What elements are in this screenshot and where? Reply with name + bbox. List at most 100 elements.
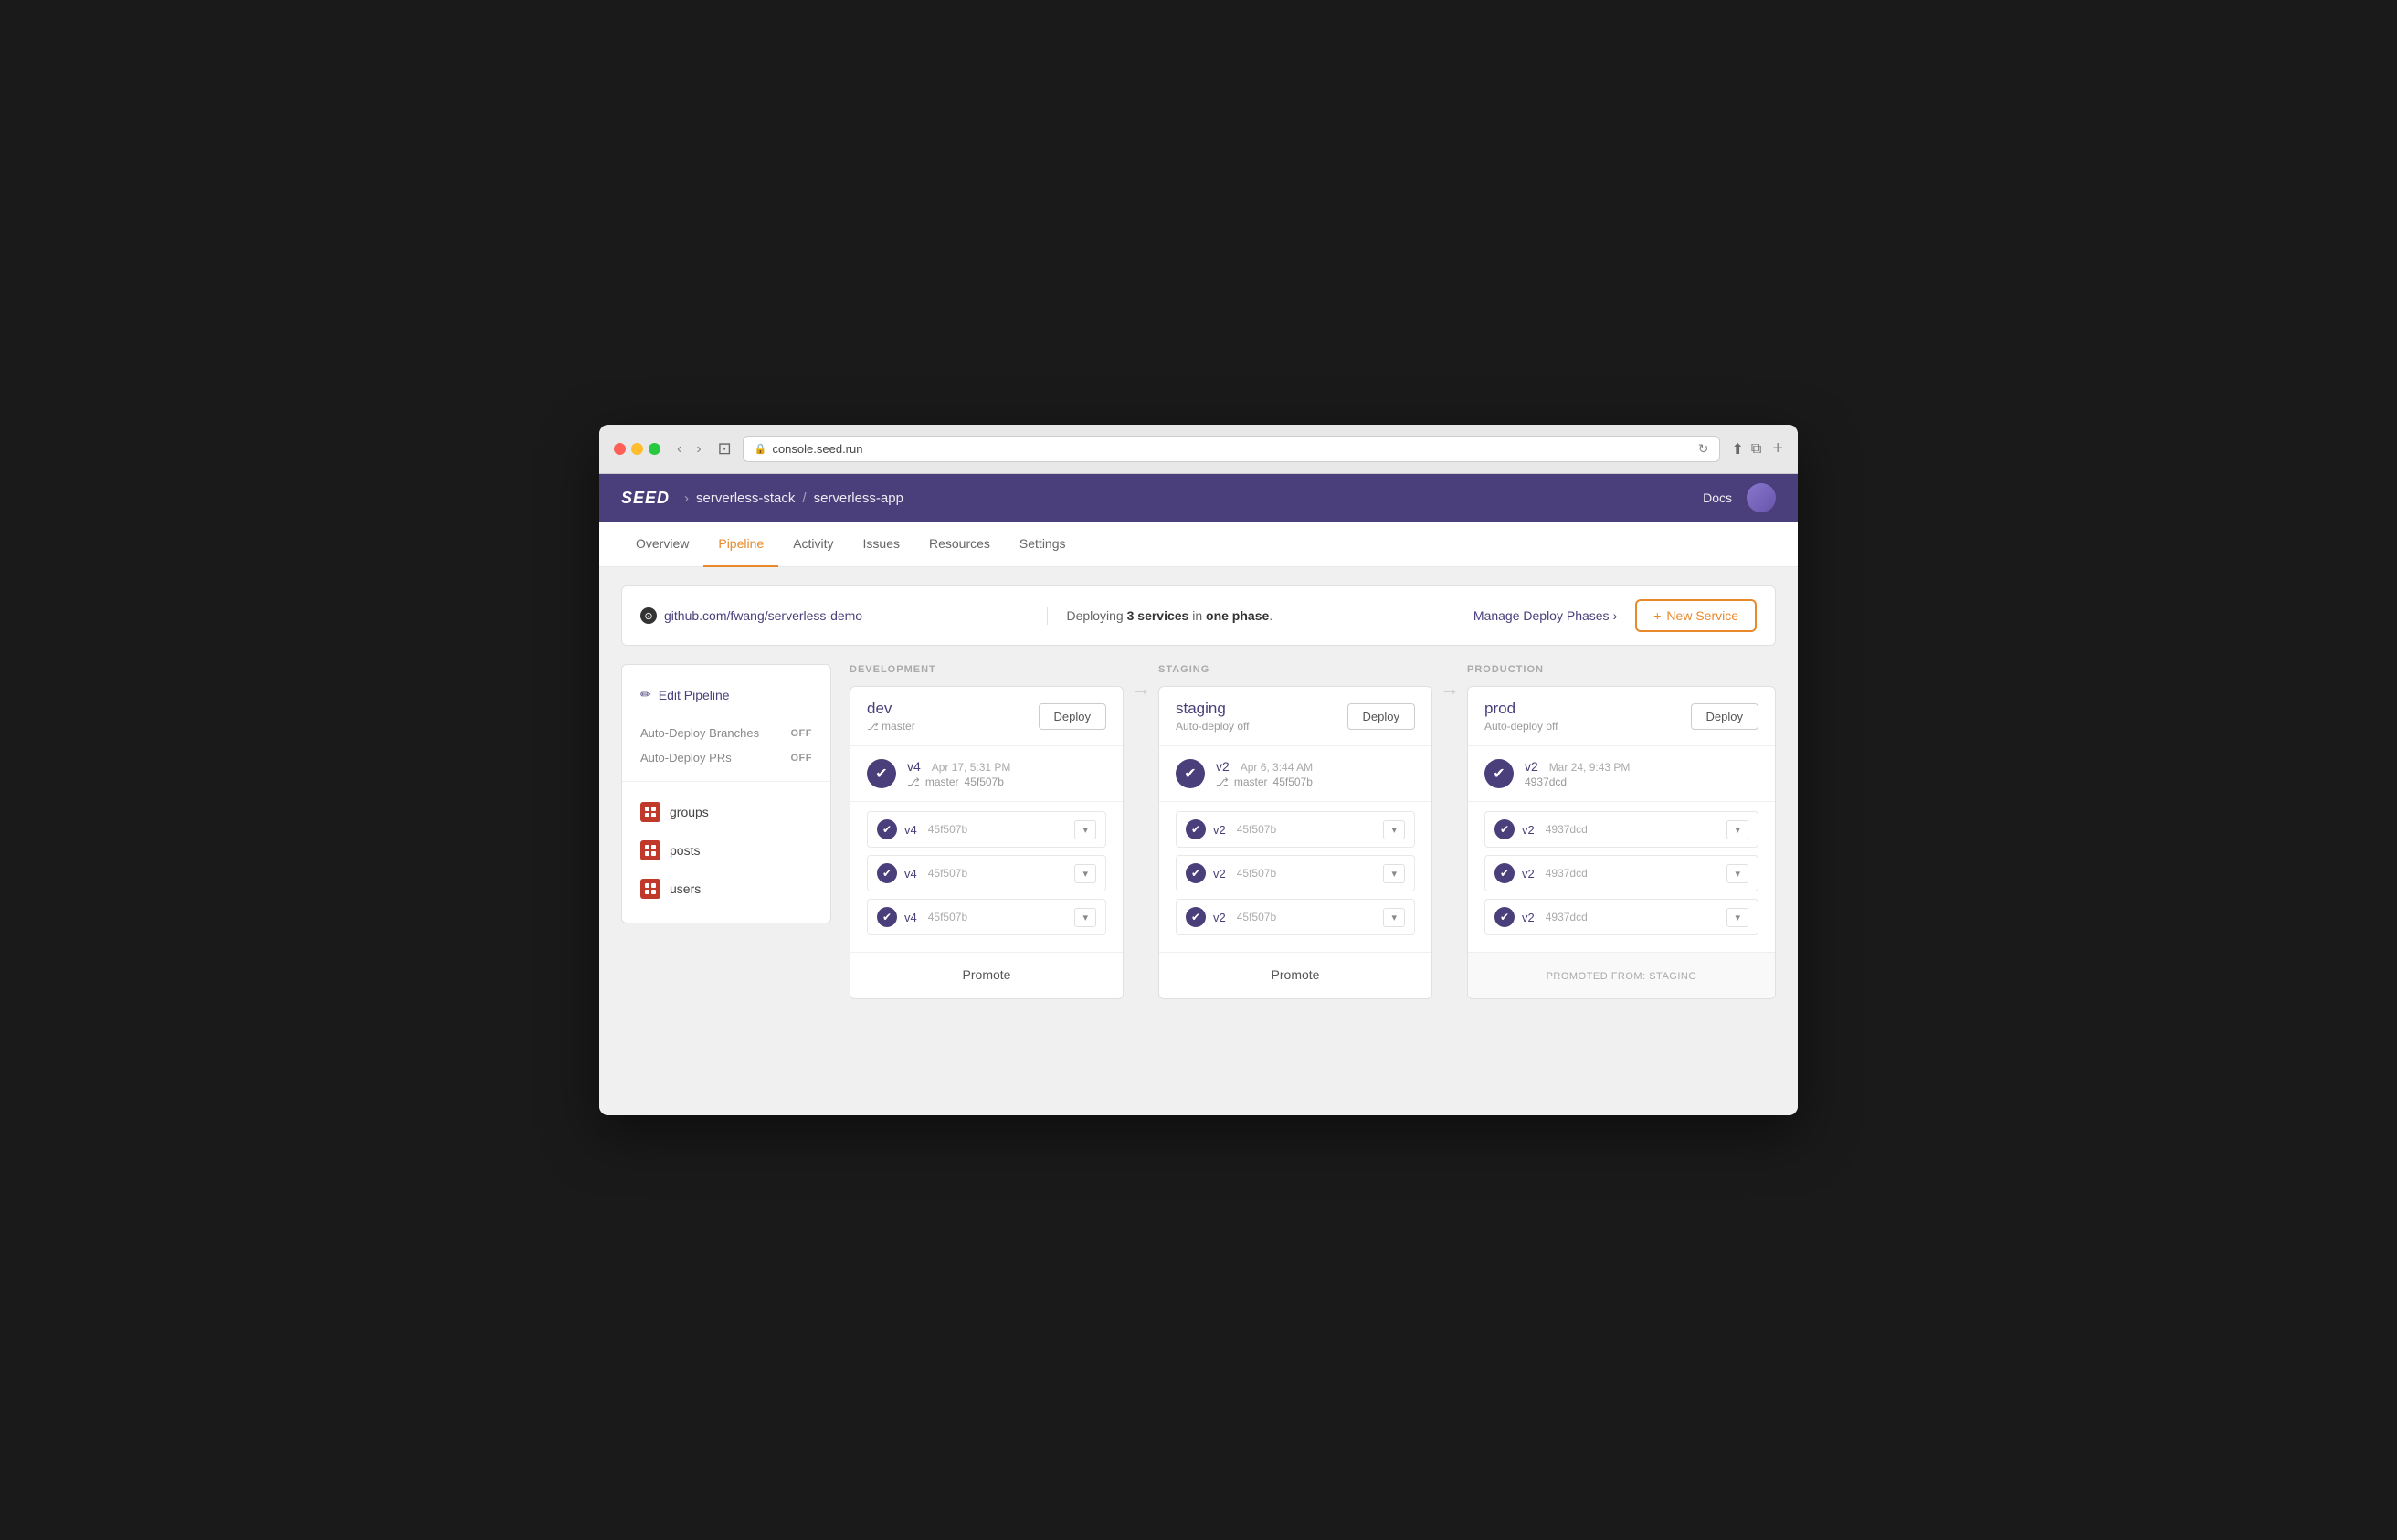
manage-phases-label: Manage Deploy Phases xyxy=(1473,608,1610,623)
deploy-mid: in xyxy=(1188,608,1206,623)
prod-service-hash-2: 4937dcd xyxy=(1546,911,1588,923)
new-service-label: New Service xyxy=(1666,608,1738,623)
prod-service-row-left-0: ✔ v2 4937dcd xyxy=(1494,819,1588,839)
stage-staging-header: STAGING xyxy=(1158,664,1432,686)
dev-service-hash-2: 45f507b xyxy=(928,911,967,923)
sidebar-toggle-button[interactable]: ⊡ xyxy=(718,439,732,459)
service-users-label: users xyxy=(670,881,701,896)
stage-staging-hash: 45f507b xyxy=(1273,775,1313,788)
address-bar[interactable]: 🔒 console.seed.run ↻ xyxy=(743,436,1721,462)
prod-check-icon-1: ✔ xyxy=(1494,863,1515,883)
check-icon-sm-0: ✔ xyxy=(877,819,897,839)
stage-development-version: v4 Apr 17, 5:31 PM xyxy=(907,759,1010,774)
stage-development-promote-button[interactable]: Promote xyxy=(963,967,1011,982)
check-icon-sm-1: ✔ xyxy=(877,863,897,883)
new-service-button[interactable]: + New Service xyxy=(1635,599,1757,632)
browser-window: ‹ › ⊡ 🔒 console.seed.run ↻ ⬆ ⧉ + SEED › … xyxy=(599,425,1798,1115)
sidebar-service-users[interactable]: users xyxy=(622,870,830,908)
stage-development-check-icon: ✔ xyxy=(867,759,896,788)
stage-production-service-row-1: ✔ v2 4937dcd ▾ xyxy=(1484,855,1758,891)
add-tab-button[interactable]: + xyxy=(1772,438,1783,459)
breadcrumb-divider: / xyxy=(802,490,806,506)
prod-service-dropdown-2[interactable]: ▾ xyxy=(1726,908,1748,927)
stage-production: PRODUCTION prod Auto-deploy off Deploy ✔ xyxy=(1467,664,1776,999)
tab-pipeline[interactable]: Pipeline xyxy=(703,522,778,567)
github-link[interactable]: ⊙ github.com/fwang/serverless-demo xyxy=(640,607,1029,624)
avatar[interactable] xyxy=(1747,483,1776,512)
edit-pipeline-button[interactable]: ✏ Edit Pipeline xyxy=(622,680,830,710)
stage-staging-promote-button[interactable]: Promote xyxy=(1272,967,1320,982)
stage-development-deploy-button[interactable]: Deploy xyxy=(1039,703,1106,730)
staging-service-dropdown-0[interactable]: ▾ xyxy=(1383,820,1405,839)
breadcrumb-org[interactable]: serverless-stack xyxy=(696,490,795,506)
stage-staging-promote-area: Promote xyxy=(1159,952,1431,998)
dev-service-dropdown-0[interactable]: ▾ xyxy=(1074,820,1096,839)
service-icon-users xyxy=(640,879,660,899)
stage-staging-service-rows: ✔ v2 45f507b ▾ ✔ v2 xyxy=(1159,802,1431,952)
manage-deploy-phases-link[interactable]: Manage Deploy Phases › xyxy=(1473,608,1617,623)
stage-staging: STAGING staging Auto-deploy off Deploy ✔ xyxy=(1158,664,1432,999)
service-icon-groups xyxy=(640,802,660,822)
prod-service-version-1: v2 xyxy=(1522,867,1535,881)
sidebar-service-posts[interactable]: posts xyxy=(622,831,830,870)
prod-service-dropdown-0[interactable]: ▾ xyxy=(1726,820,1748,839)
new-service-icon: + xyxy=(1653,608,1661,623)
arrow-staging-to-prod: → xyxy=(1432,677,1467,701)
prod-service-dropdown-1[interactable]: ▾ xyxy=(1726,864,1748,883)
dev-service-dropdown-1[interactable]: ▾ xyxy=(1074,864,1096,883)
dev-service-dropdown-2[interactable]: ▾ xyxy=(1074,908,1096,927)
prod-service-version-2: v2 xyxy=(1522,911,1535,924)
tab-resources[interactable]: Resources xyxy=(914,522,1005,567)
tab-settings[interactable]: Settings xyxy=(1005,522,1081,567)
stage-development-service-row-0: ✔ v4 45f507b ▾ xyxy=(867,811,1106,848)
staging-service-hash-0: 45f507b xyxy=(1237,823,1276,836)
staging-service-hash-1: 45f507b xyxy=(1237,867,1276,880)
close-button[interactable] xyxy=(614,443,626,455)
back-button[interactable]: ‹ xyxy=(671,439,687,459)
stage-staging-check-icon: ✔ xyxy=(1176,759,1205,788)
stage-development-card: dev ⎇ master Deploy ✔ xyxy=(850,686,1124,999)
stage-staging-service-row-0: ✔ v2 45f507b ▾ xyxy=(1176,811,1415,848)
tab-issues[interactable]: Issues xyxy=(849,522,914,567)
stage-development-service-rows: ✔ v4 45f507b ▾ ✔ v4 xyxy=(850,802,1123,952)
stage-production-wrapper: PRODUCTION prod Auto-deploy off Deploy ✔ xyxy=(1467,664,1776,999)
service-row-left-2: ✔ v4 45f507b xyxy=(877,907,967,927)
reload-button[interactable]: ↻ xyxy=(1698,441,1709,457)
pencil-icon: ✏ xyxy=(640,687,651,702)
stage-development-hash: 45f507b xyxy=(965,775,1004,788)
maximize-button[interactable] xyxy=(649,443,660,455)
deploy-bold: 3 services xyxy=(1127,608,1189,623)
stage-production-deploy-button[interactable]: Deploy xyxy=(1691,703,1758,730)
tab-activity[interactable]: Activity xyxy=(778,522,848,567)
nav-tabs: Overview Pipeline Activity Issues Resour… xyxy=(599,522,1798,567)
prod-service-version-0: v2 xyxy=(1522,823,1535,837)
staging-service-hash-2: 45f507b xyxy=(1237,911,1276,923)
stage-development-service-row-2: ✔ v4 45f507b ▾ xyxy=(867,899,1106,935)
staging-service-dropdown-1[interactable]: ▾ xyxy=(1383,864,1405,883)
prod-check-icon-2: ✔ xyxy=(1494,907,1515,927)
stage-production-header: PRODUCTION xyxy=(1467,664,1776,686)
check-icon-sm-2: ✔ xyxy=(877,907,897,927)
stage-production-hash: 4937dcd xyxy=(1525,775,1567,788)
stage-staging-deploy-button[interactable]: Deploy xyxy=(1347,703,1415,730)
forward-button[interactable]: › xyxy=(691,439,706,459)
new-tab-button[interactable]: ⧉ xyxy=(1751,440,1761,459)
sidebar: ✏ Edit Pipeline Auto-Deploy Branches OFF… xyxy=(621,664,831,923)
deploy-prefix: Deploying xyxy=(1066,608,1126,623)
breadcrumb-app[interactable]: serverless-app xyxy=(814,490,903,506)
prod-service-row-left-1: ✔ v2 4937dcd xyxy=(1494,863,1588,883)
minimize-button[interactable] xyxy=(631,443,643,455)
docs-link[interactable]: Docs xyxy=(1703,490,1732,505)
share-button[interactable]: ⬆ xyxy=(1731,440,1743,459)
stage-staging-wrapper: STAGING staging Auto-deploy off Deploy ✔ xyxy=(1158,664,1467,999)
tab-overview[interactable]: Overview xyxy=(621,522,703,567)
breadcrumb: › serverless-stack / serverless-app xyxy=(677,490,903,506)
service-icon-posts xyxy=(640,840,660,860)
sidebar-service-groups[interactable]: groups xyxy=(622,793,830,831)
staging-service-dropdown-2[interactable]: ▾ xyxy=(1383,908,1405,927)
stage-production-promoted-label: PROMOTED FROM: staging xyxy=(1547,971,1697,982)
staging-check-icon-1: ✔ xyxy=(1186,863,1206,883)
service-row-left-0: ✔ v4 45f507b xyxy=(877,819,967,839)
service-posts-label: posts xyxy=(670,843,700,858)
branch-icon-dev: ⎇ xyxy=(867,722,879,733)
